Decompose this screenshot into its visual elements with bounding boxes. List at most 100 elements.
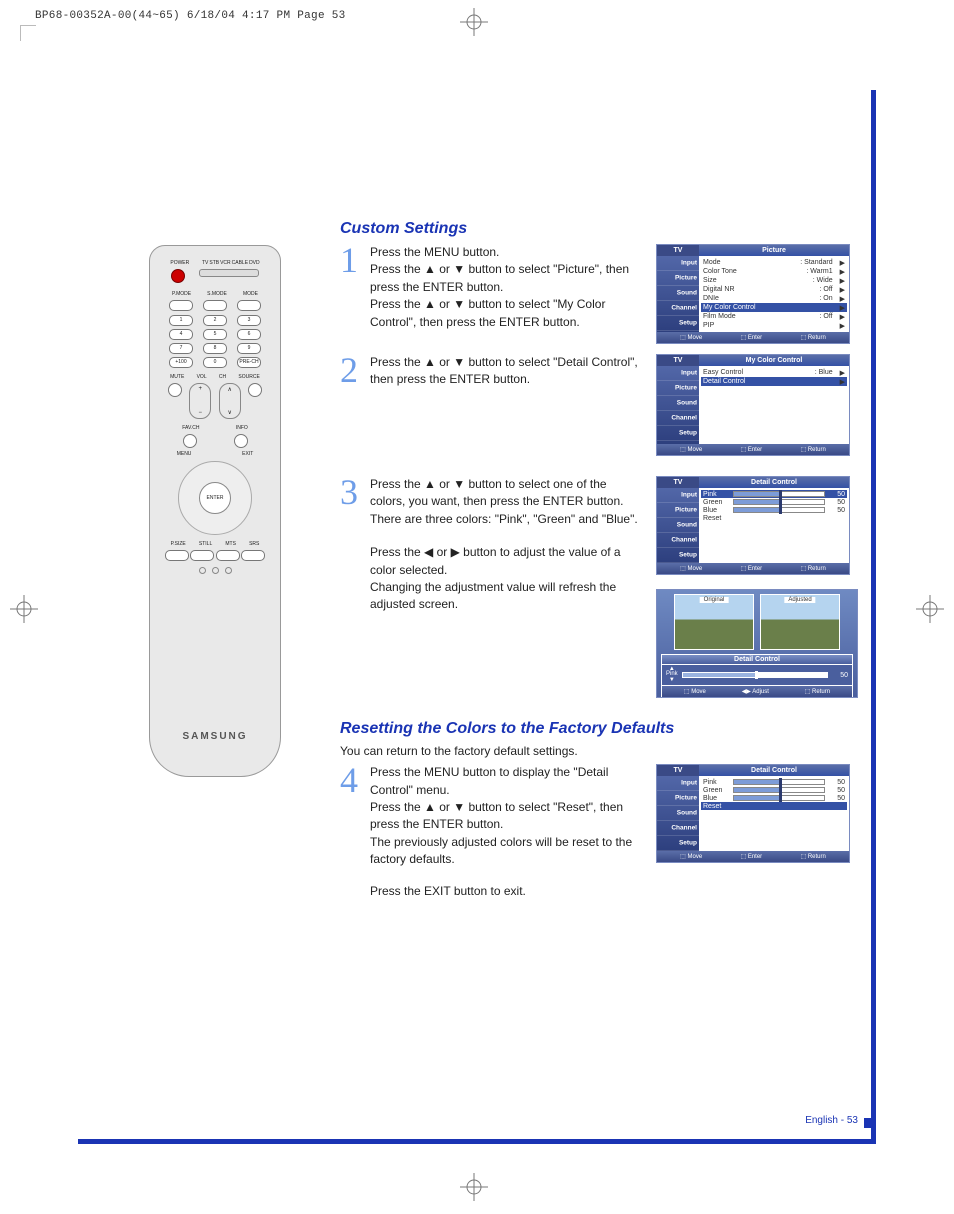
numpad-button[interactable]: 7 <box>169 343 193 354</box>
dpad[interactable]: ENTER <box>163 446 268 551</box>
step-1: 1 Press the MENU button. Press the ▲ or … <box>340 244 850 344</box>
page-footer: English - 53 <box>805 1115 858 1126</box>
menu-screenshot-detail: TVDetail ControlInputPictureSoundChannel… <box>656 476 850 575</box>
crop-mark-icon <box>20 25 36 41</box>
menu-side-item: Sound <box>657 286 699 301</box>
remote-label: CH <box>219 374 226 380</box>
info-button[interactable] <box>234 434 248 448</box>
menu-slider-row: Blue50 <box>701 794 847 802</box>
menu-title-left: TV <box>657 765 699 776</box>
remote-label: P.MODE <box>172 291 191 297</box>
menu-row: Color Tone: Warm1▶ <box>701 267 847 276</box>
step-number: 3 <box>340 476 362 508</box>
registration-mark-icon <box>460 1173 488 1206</box>
preview-title: Detail Control <box>662 655 852 665</box>
remote-label: MUTE <box>170 374 184 380</box>
menu-row: Reset <box>701 514 847 522</box>
mute-button[interactable] <box>168 383 182 397</box>
menu-slider-row: Pink50 <box>701 490 847 498</box>
menu-screenshot-detail-reset: TVDetail ControlInputPictureSoundChannel… <box>656 764 850 863</box>
osd-menu: TVDetail ControlInputPictureSoundChannel… <box>656 476 850 575</box>
numpad-button[interactable]: 8 <box>203 343 227 354</box>
menu-side-item: Input <box>657 488 699 503</box>
remote-label: MTS <box>225 541 236 547</box>
menu-side-item: Input <box>657 256 699 271</box>
step-text-block: Press the ▲ or ▼ button to select one of… <box>370 476 644 528</box>
menu-footer: ⬚ Move⬚ Enter⬚ Return <box>657 851 849 862</box>
step-text: Press the ▲ or ▼ button to select "Detai… <box>370 354 648 389</box>
menu-screenshot-picture: TVPictureInputPictureSoundChannelSetupMo… <box>656 244 850 344</box>
menu-side-item: Channel <box>657 301 699 316</box>
numpad-button[interactable]: PRE-CH <box>237 357 261 368</box>
remote-label: VOL <box>197 374 207 380</box>
step-text-block: Press the ◀ or ▶ button to adjust the va… <box>370 544 644 614</box>
menu-side-item: Picture <box>657 271 699 286</box>
psize-button[interactable] <box>165 550 189 561</box>
remote-label: FAV.CH <box>182 425 199 431</box>
menu-row: My Color Control▶ <box>701 303 847 312</box>
menu-side-item: Channel <box>657 821 699 836</box>
remote-label: INFO <box>236 425 248 431</box>
numpad-button[interactable]: 4 <box>169 329 193 340</box>
device-selector-slider[interactable] <box>199 269 259 277</box>
ch-rocker[interactable]: ∧∨ <box>219 383 241 419</box>
preview-original: Original <box>674 594 754 650</box>
step-text: Press the ▲ or ▼ button to select one of… <box>370 476 648 614</box>
still-button[interactable] <box>190 550 214 561</box>
menu-slider-row: Pink50 <box>701 778 847 786</box>
mts-button[interactable] <box>216 550 240 561</box>
numpad-button[interactable]: 1 <box>169 315 193 326</box>
menu-side-item: Setup <box>657 836 699 851</box>
remote-label: POWER <box>170 260 189 266</box>
remote-label: P.SIZE <box>171 541 186 547</box>
pmode-button[interactable] <box>169 300 193 311</box>
menu-row: DNIe: On▶ <box>701 294 847 303</box>
menu-side-item: Channel <box>657 411 699 426</box>
remote-label: TVSTBVCRCABLEDVD <box>202 260 260 266</box>
print-header: BP68-00352A-00(44~65) 6/18/04 4:17 PM Pa… <box>35 10 346 22</box>
remote-label: SRS <box>249 541 259 547</box>
source-button[interactable] <box>248 383 262 397</box>
menu-row: Digital NR: Off▶ <box>701 285 847 294</box>
step-number: 4 <box>340 764 362 796</box>
power-button[interactable] <box>171 269 185 283</box>
mode-button[interactable] <box>237 300 261 311</box>
enter-button[interactable]: ENTER <box>199 482 231 514</box>
smode-button[interactable] <box>203 300 227 311</box>
numpad-button[interactable]: 0 <box>203 357 227 368</box>
numpad-button[interactable]: 6 <box>237 329 261 340</box>
numpad-button[interactable]: 2 <box>203 315 227 326</box>
menu-row: PIP▶ <box>701 321 847 330</box>
numpad-button[interactable]: 3 <box>237 315 261 326</box>
remote-control-illustration: POWER TVSTBVCRCABLEDVD P.MODES.MODEMODE … <box>140 245 290 785</box>
step-number: 2 <box>340 354 362 386</box>
menu-side-item: Input <box>657 366 699 381</box>
small-button[interactable] <box>225 567 232 574</box>
menu-side-item: Setup <box>657 426 699 441</box>
registration-mark-icon <box>10 595 38 628</box>
osd-menu: TVMy Color ControlInputPictureSoundChann… <box>656 354 850 456</box>
small-button[interactable] <box>199 567 206 574</box>
numpad-button[interactable]: +100 <box>169 357 193 368</box>
remote-label: S.MODE <box>207 291 227 297</box>
menu-title-left: TV <box>657 355 699 366</box>
menu-side-item: Sound <box>657 518 699 533</box>
srs-button[interactable] <box>241 550 265 561</box>
favch-button[interactable] <box>183 434 197 448</box>
remote-label: STILL <box>199 541 212 547</box>
numpad-button[interactable]: 5 <box>203 329 227 340</box>
brand-logo: SAMSUNG <box>150 731 280 742</box>
step-right: TVDetail ControlInputPictureSoundChannel… <box>656 476 850 698</box>
small-button[interactable] <box>212 567 219 574</box>
step-text-block: Press the MENU button to display the "De… <box>370 764 644 868</box>
menu-row: Reset <box>701 802 847 810</box>
menu-side-item: Picture <box>657 791 699 806</box>
menu-title: Picture <box>699 245 849 256</box>
menu-row: Mode: Standard▶ <box>701 258 847 267</box>
numpad-button[interactable]: 9 <box>237 343 261 354</box>
registration-mark-icon <box>460 8 488 41</box>
vol-rocker[interactable]: +− <box>189 383 211 419</box>
menu-row: Detail Control▶ <box>701 377 847 386</box>
menu-side-item: Sound <box>657 806 699 821</box>
menu-slider-row: Green50 <box>701 498 847 506</box>
